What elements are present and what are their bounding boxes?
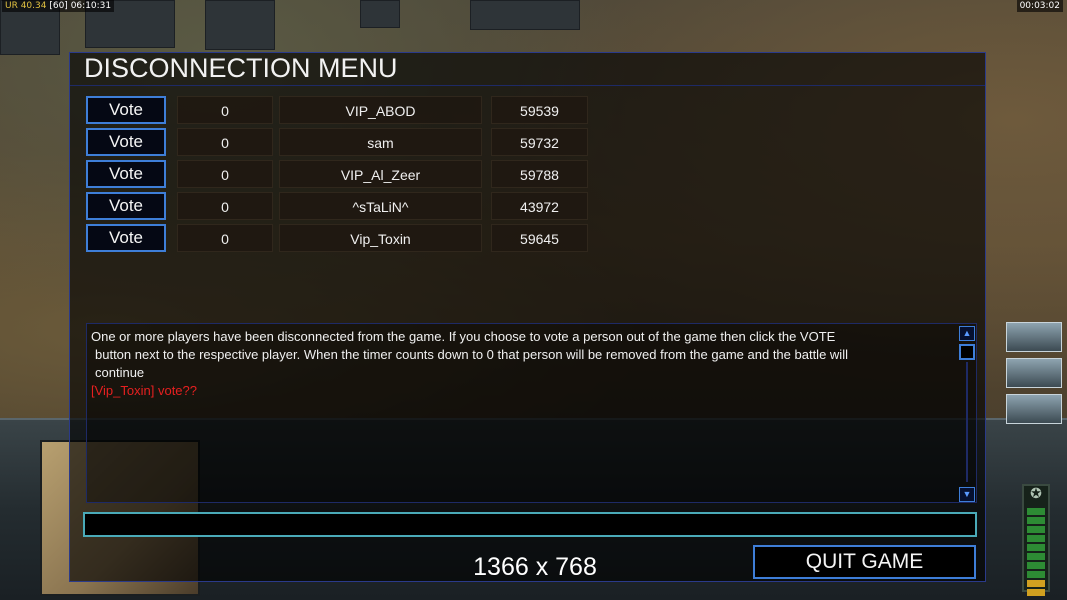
- scroll-up-icon[interactable]: ▲: [959, 326, 975, 341]
- disconnection-dialog: DISCONNECTION MENU Vote 0 VIP_ABOD 59539…: [69, 52, 986, 582]
- star-emblem-icon: ✪: [1030, 485, 1042, 501]
- scroll-thumb[interactable]: [959, 344, 975, 360]
- player-name: VIP_ABOD: [279, 96, 482, 124]
- vote-button-vip-al-zeer[interactable]: Vote: [86, 160, 166, 188]
- scroll-down-icon[interactable]: ▼: [959, 487, 975, 502]
- game-clock: 06:10:31: [70, 1, 112, 11]
- player-ping: 59732: [491, 128, 588, 156]
- vote-count: 0: [177, 224, 273, 252]
- fps-value: [60]: [49, 1, 68, 11]
- game-building: [205, 0, 275, 50]
- vote-count: 0: [177, 96, 273, 124]
- player-name: VIP_Al_Zeer: [279, 160, 482, 188]
- message-line: continue: [95, 365, 145, 380]
- vote-alert-message: [Vip_Toxin] vote??: [91, 383, 197, 398]
- title-divider: [70, 85, 985, 86]
- game-building: [470, 0, 580, 30]
- player-name: Vip_Toxin: [279, 224, 482, 252]
- message-line: button next to the respective player. Wh…: [95, 347, 848, 362]
- player-name: ^sTaLiN^: [279, 192, 482, 220]
- game-building: [360, 0, 400, 28]
- message-log[interactable]: One or more players have been disconnect…: [86, 323, 977, 503]
- match-timer: 00:03:02: [1016, 0, 1063, 12]
- quit-game-button[interactable]: QUIT GAME: [753, 545, 976, 579]
- build-queue-icon[interactable]: [1006, 322, 1062, 352]
- vote-button-vip-toxin[interactable]: Vote: [86, 224, 166, 252]
- vote-count: 0: [177, 160, 273, 188]
- scroll-track[interactable]: [966, 362, 968, 482]
- player-ping: 59539: [491, 96, 588, 124]
- player-ping: 59788: [491, 160, 588, 188]
- player-ping: 43972: [491, 192, 588, 220]
- aircraft-unit-icon[interactable]: [1006, 358, 1062, 388]
- vote-count: 0: [177, 192, 273, 220]
- ur-value: UR 40.34: [5, 1, 47, 11]
- player-name: sam: [279, 128, 482, 156]
- fps-readout: UR 40.34 [60] 06:10:31: [2, 0, 115, 12]
- chat-input[interactable]: [83, 512, 977, 537]
- vote-count: 0: [177, 128, 273, 156]
- player-ping: 59645: [491, 224, 588, 252]
- vote-button-stalin[interactable]: Vote: [86, 192, 166, 220]
- vote-button-vip-abod[interactable]: Vote: [86, 96, 166, 124]
- dialog-title: DISCONNECTION MENU: [84, 53, 398, 83]
- resolution-label: 1366 x 768: [473, 553, 597, 581]
- vote-button-sam[interactable]: Vote: [86, 128, 166, 156]
- message-text: One or more players have been disconnect…: [91, 328, 957, 400]
- message-line: One or more players have been disconnect…: [91, 329, 836, 344]
- helicopter-unit-icon[interactable]: [1006, 394, 1062, 424]
- message-scrollbar[interactable]: ▲ ▼: [959, 326, 975, 502]
